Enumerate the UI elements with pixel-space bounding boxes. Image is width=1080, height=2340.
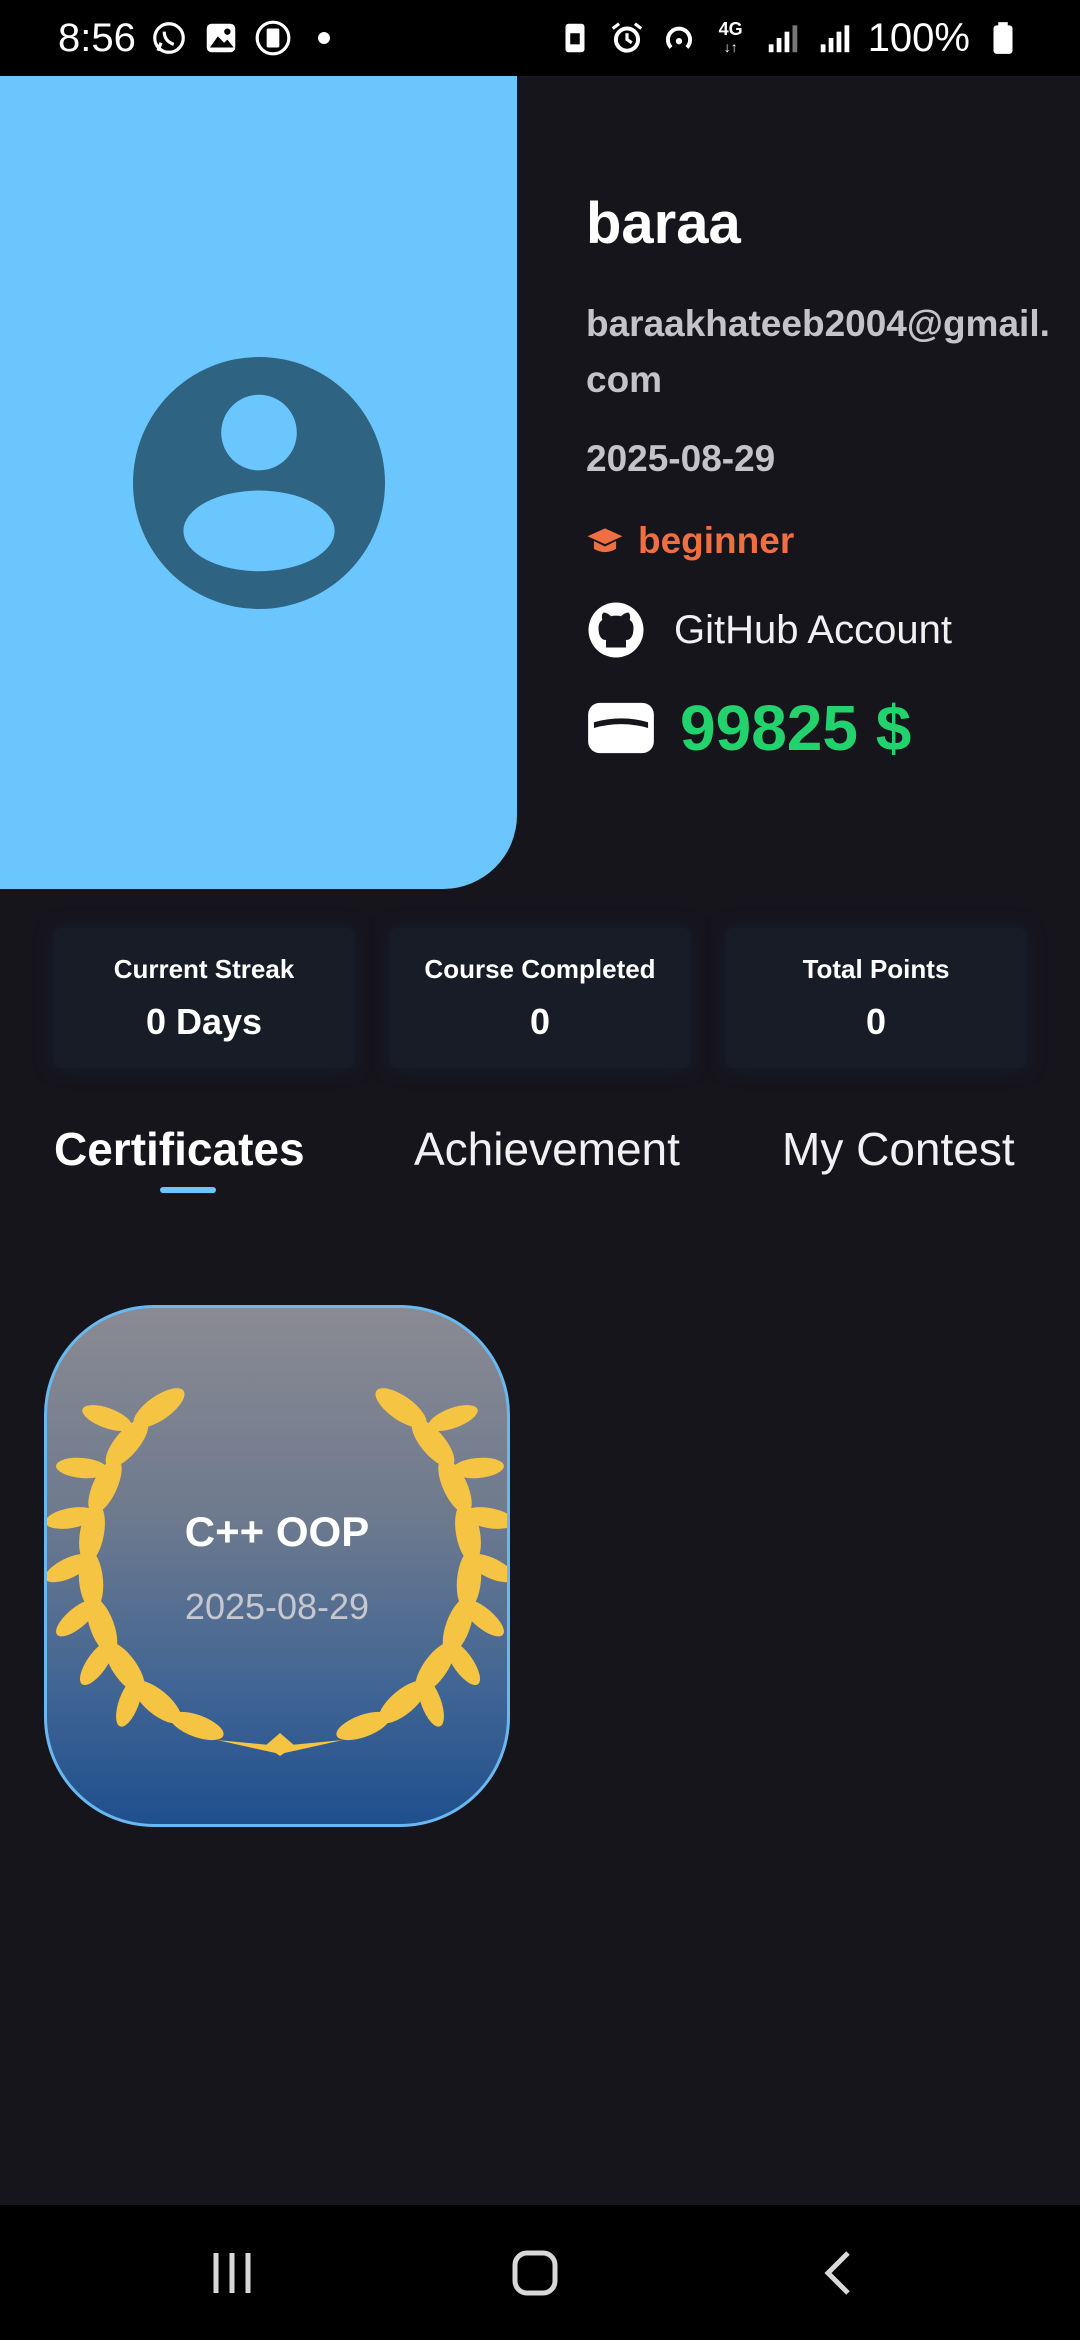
back-button[interactable] (808, 2241, 872, 2305)
system-nav-bar (0, 2205, 1080, 2340)
home-button[interactable] (503, 2241, 567, 2305)
stat-label: Total Points (802, 953, 950, 984)
recent-apps-icon (213, 2253, 251, 2293)
wallet-balance: 99825 $ (586, 691, 911, 765)
battery-icon (984, 19, 1022, 57)
github-link[interactable]: GitHub Account (586, 600, 952, 660)
stats-row: Current Streak 0 Days Course Completed 0… (54, 928, 1026, 1068)
user-email: baraakhateeb2004@gmail.com (586, 303, 1050, 400)
hotspot-icon (660, 19, 698, 57)
alarm-icon (608, 19, 646, 57)
stat-value: 0 Days (145, 1000, 263, 1042)
tab-certificates[interactable]: Certificates (54, 1122, 305, 1176)
stat-card-points: Total Points 0 (726, 928, 1026, 1068)
certificate-card[interactable]: C++ OOP 2025-08-29 (44, 1305, 510, 1827)
stat-value: 0 (529, 1000, 551, 1042)
github-icon (588, 602, 644, 658)
join-date: 2025-08-29 (586, 438, 776, 479)
stat-value: 0 (865, 1000, 887, 1042)
tab-achievement[interactable]: Achievement (414, 1122, 680, 1176)
battery-percentage: 100% (867, 15, 970, 60)
clipboard-icon (254, 19, 292, 57)
stat-label: Course Completed (424, 953, 656, 984)
user-name: baraa (586, 191, 741, 256)
github-label: GitHub Account (674, 607, 952, 652)
sim-icon (556, 19, 594, 57)
tab-my-contest[interactable]: My Contest (782, 1122, 1015, 1176)
certificate-date: 2025-08-29 (184, 1586, 370, 1627)
stat-label: Current Streak (113, 953, 295, 984)
level-label: beginner (638, 520, 795, 561)
status-bar: 8:56 4G ↓↑ 100% (0, 0, 1080, 76)
level-badge: beginner (586, 520, 794, 562)
home-icon (512, 2250, 558, 2296)
signal-icon (764, 19, 802, 57)
balance-amount: 99825 $ (680, 692, 912, 764)
signal-icon (816, 19, 854, 57)
stat-card-streak: Current Streak 0 Days (54, 928, 354, 1068)
status-time: 8:56 (58, 15, 136, 60)
back-icon (824, 2251, 850, 2295)
stat-card-courses: Course Completed 0 (390, 928, 690, 1068)
4g-icon: 4G ↓↑ (718, 19, 743, 55)
wallet-icon (588, 702, 654, 754)
notification-dot-icon (317, 32, 330, 44)
gallery-icon (202, 19, 240, 57)
whatsapp-icon (150, 19, 188, 57)
avatar-icon (132, 356, 385, 609)
recent-apps-button[interactable] (200, 2241, 264, 2305)
tab-indicator (160, 1187, 216, 1193)
certificate-title: C++ OOP (184, 1508, 370, 1555)
avatar-panel[interactable] (0, 76, 517, 889)
laurel-wreath-icon (47, 1388, 507, 1756)
graduation-cap-icon (587, 528, 623, 553)
